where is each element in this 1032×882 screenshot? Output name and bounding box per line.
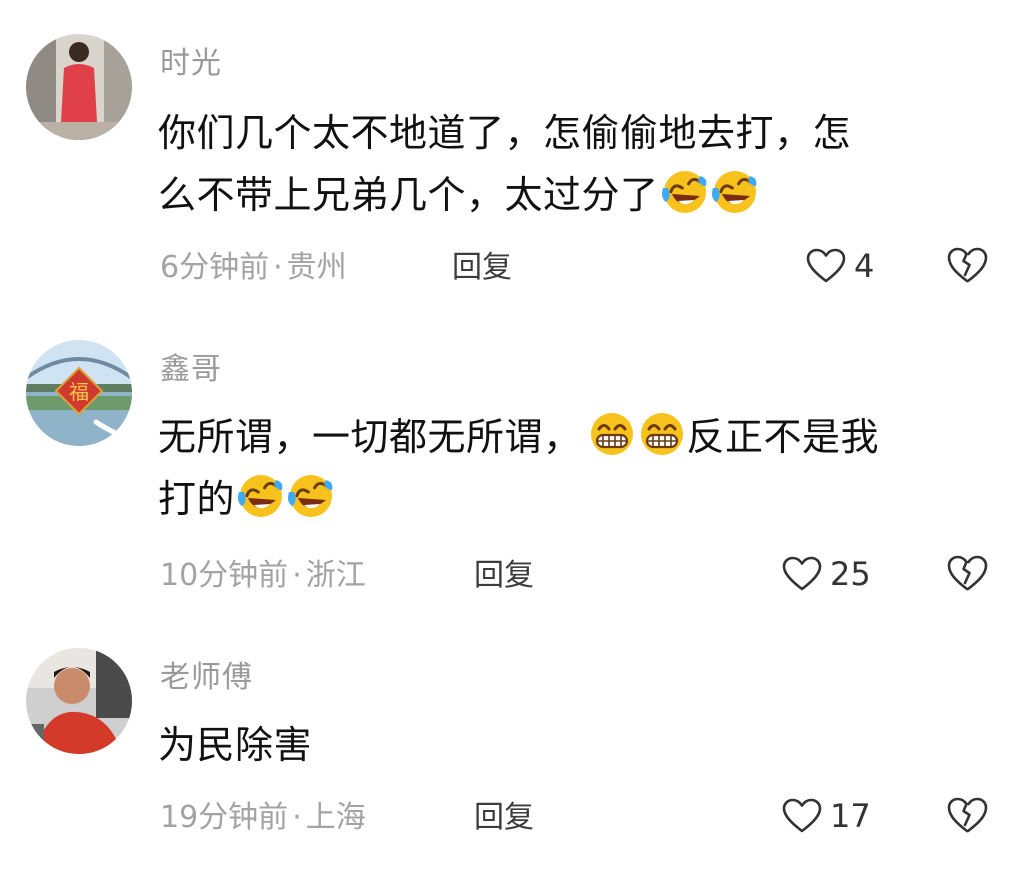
reply-button[interactable]: 回复 [474,558,534,594]
comment-text-segment: 无所谓，一切都无所谓， [158,415,582,459]
comment-text-segment: 反正不是我 [686,415,880,459]
username[interactable]: 鑫哥 [160,352,222,388]
broken-heart-icon [946,795,988,835]
comment-text-line: 打的 [158,468,998,530]
avatar[interactable]: 福 [26,340,132,446]
laugh-cry-emoji [236,472,284,520]
comment-time: 19分钟前 [160,800,289,835]
comment-location: 贵州 [286,250,347,285]
laugh-cry-emoji [660,168,708,216]
comment-text-line: 你们几个太不地道了，怎偷偷地去打，怎 [158,111,852,155]
reply-button[interactable]: 回复 [474,800,534,836]
like-button[interactable]: 25 [782,554,871,594]
comment-text-line: 么不带上兄弟几个，太过分了 [158,164,998,226]
comment-location: 上海 [305,800,366,835]
reply-button[interactable]: 回复 [452,250,512,286]
comment-text: 为民除害 [158,714,998,776]
comment-time: 6分钟前 [160,250,270,285]
separator: · [273,250,283,285]
like-button[interactable]: 17 [782,796,871,836]
comment-text: 无所谓，一切都无所谓， 反正不是我 打的 [158,406,998,530]
comment-text-line: 为民除害 [158,723,313,767]
like-count: 25 [830,555,871,593]
avatar[interactable] [26,648,132,754]
laugh-cry-emoji [286,472,334,520]
separator: · [292,558,302,593]
comment-meta: 19分钟前 · 上海 [160,800,366,836]
heart-outline-icon [782,798,822,834]
like-button[interactable]: 4 [806,246,874,286]
like-count: 17 [830,797,871,835]
svg-text:福: 福 [69,380,89,404]
comment-text-segment: 打的 [158,477,236,521]
broken-heart-icon [946,245,988,285]
comment-text-line: 无所谓，一切都无所谓， 反正不是我 [158,406,998,468]
heart-outline-icon [782,556,822,592]
avatar[interactable] [26,34,132,140]
comment-meta: 6分钟前 · 贵州 [160,250,347,286]
separator: · [292,800,302,835]
heart-outline-icon [806,248,846,284]
dislike-button[interactable] [946,553,988,593]
comment-time: 10分钟前 [160,558,289,593]
like-count: 4 [854,247,875,285]
comment-text-segment: 么不带上兄弟几个，太过分了 [158,173,659,217]
comment-location: 浙江 [305,558,366,593]
dislike-button[interactable] [946,245,988,285]
dislike-button[interactable] [946,795,988,835]
laugh-cry-emoji [710,168,758,216]
username[interactable]: 时光 [160,46,222,82]
comment-text: 你们几个太不地道了，怎偷偷地去打，怎 么不带上兄弟几个，太过分了 [158,102,998,226]
grin-emoji [638,410,686,458]
comment-meta: 10分钟前 · 浙江 [160,558,366,594]
grin-emoji [588,410,636,458]
broken-heart-icon [946,553,988,593]
username[interactable]: 老师傅 [160,660,253,696]
